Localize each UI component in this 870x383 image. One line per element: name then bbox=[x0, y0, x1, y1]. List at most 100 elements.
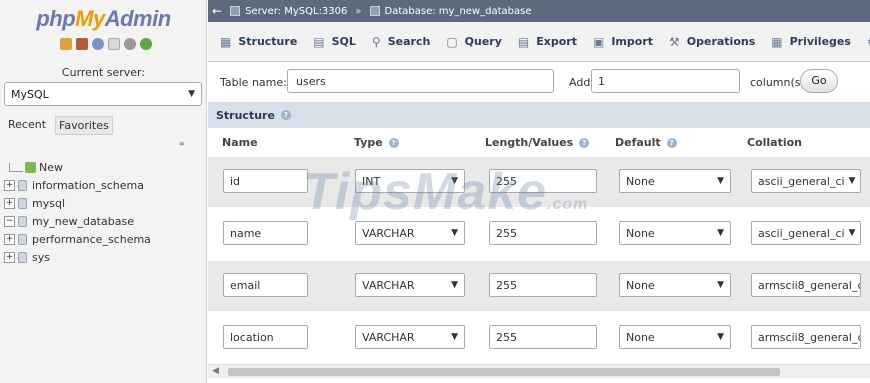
tab-label: Structure bbox=[238, 35, 298, 48]
tab-export[interactable]: ▤ Export bbox=[510, 28, 585, 56]
sql-icon: ▤ bbox=[313, 34, 325, 49]
tree-item-mysql[interactable]: + mysql bbox=[4, 194, 204, 212]
scroll-left-icon[interactable]: ◀ bbox=[212, 366, 219, 376]
query-icon: ▢ bbox=[446, 34, 458, 49]
settings-icon[interactable] bbox=[124, 38, 136, 50]
field-default-select[interactable]: None ▼ bbox=[619, 169, 731, 193]
database-icon bbox=[18, 197, 27, 209]
field-type-select[interactable]: INT ▼ bbox=[355, 169, 465, 193]
tab-label: Import bbox=[611, 35, 653, 48]
field-type-value: VARCHAR bbox=[362, 226, 415, 240]
scrollbar-thumb[interactable] bbox=[228, 368, 780, 376]
go-button[interactable]: Go bbox=[800, 69, 838, 93]
tab-label: Query bbox=[464, 35, 502, 48]
tab-query[interactable]: ▢ Query bbox=[438, 28, 510, 56]
database-icon bbox=[369, 6, 380, 16]
tree-item-label: sys bbox=[32, 250, 50, 264]
field-type-select[interactable]: VARCHAR ▼ bbox=[355, 273, 465, 297]
back-arrow-icon[interactable]: ← bbox=[212, 4, 222, 18]
collapse-icon[interactable]: − bbox=[4, 215, 15, 227]
tree-item-label: mysql bbox=[32, 196, 65, 210]
current-server-label: Current server: bbox=[61, 66, 146, 79]
field-default-select[interactable]: None ▼ bbox=[619, 221, 731, 245]
expand-icon[interactable]: + bbox=[4, 233, 15, 245]
field-length-input[interactable]: 255 bbox=[489, 325, 597, 349]
field-length-input[interactable]: 255 bbox=[489, 273, 597, 297]
server-select-value: MySQL bbox=[11, 87, 49, 101]
field-collation-value: armscii8_general_ci bbox=[758, 278, 861, 292]
tab-privileges[interactable]: ▦ Privileges bbox=[763, 28, 859, 56]
help-icon[interactable]: ? bbox=[666, 138, 677, 148]
phpmyadmin-logo[interactable]: phpMyAdmin bbox=[0, 6, 207, 32]
table-name-input[interactable]: users bbox=[287, 69, 554, 93]
horizontal-scrollbar[interactable]: ◀ bbox=[208, 364, 870, 378]
tab-import[interactable]: ▣ Import bbox=[585, 28, 661, 56]
field-name-input[interactable]: id bbox=[223, 169, 308, 193]
tab-structure[interactable]: ▦ Structure bbox=[212, 28, 305, 56]
recent-tab[interactable]: Recent bbox=[5, 116, 49, 135]
add-columns-input[interactable]: 1 bbox=[591, 69, 740, 93]
field-collation-select[interactable]: armscii8_general_ci▼ bbox=[751, 273, 861, 297]
docs-icon[interactable] bbox=[108, 38, 120, 50]
tab-sql[interactable]: ▤ SQL bbox=[305, 28, 364, 56]
database-icon bbox=[18, 179, 27, 191]
chevron-down-icon: ▼ bbox=[717, 176, 724, 186]
tree-item-sys[interactable]: + sys bbox=[4, 248, 204, 266]
expand-icon[interactable]: + bbox=[4, 197, 15, 209]
chevron-down-icon: ▼ bbox=[451, 280, 458, 290]
field-default-select[interactable]: None ▼ bbox=[619, 325, 731, 349]
main-panel: ← Server: MySQL:3306 » Database: my_new_… bbox=[208, 0, 870, 383]
tree-item-performance-schema[interactable]: + performance_schema bbox=[4, 230, 204, 248]
help-icon[interactable]: ? bbox=[388, 138, 399, 148]
field-default-value: None bbox=[626, 278, 655, 292]
tree-item-my-new-database[interactable]: − my_new_database bbox=[4, 212, 204, 230]
help-icon[interactable] bbox=[92, 38, 104, 50]
home-icon[interactable] bbox=[60, 38, 72, 50]
navigation-sidebar: phpMyAdmin Current server: MySQL ▼ Recen… bbox=[0, 0, 207, 383]
tree-connector bbox=[9, 162, 23, 172]
field-name-input[interactable]: location bbox=[223, 325, 308, 349]
field-default-value: None bbox=[626, 174, 655, 188]
main-tabs: ▦ Structure ▤ SQL ⚲ Search ▢ Query ▤ Export ▣… bbox=[208, 22, 870, 62]
logo-php: php bbox=[36, 6, 76, 31]
structure-icon: ▦ bbox=[220, 34, 232, 49]
tab-more[interactable]: ⚙ bbox=[859, 28, 870, 56]
field-type-select[interactable]: VARCHAR ▼ bbox=[355, 221, 465, 245]
tree-item-new[interactable]: New bbox=[4, 158, 204, 176]
field-collation-select[interactable]: ascii_general_ci ▼ bbox=[751, 169, 861, 193]
reload-icon[interactable] bbox=[140, 38, 152, 50]
table-name-row: Table name: users Add 1 column(s) Go bbox=[208, 62, 870, 102]
field-collation-select[interactable]: armscii8_general_ci▼ bbox=[751, 325, 861, 349]
header-name: Name bbox=[222, 136, 258, 149]
field-name-input[interactable]: name bbox=[223, 221, 308, 245]
columns-label: column(s) bbox=[750, 76, 805, 89]
field-collation-value: ascii_general_ci bbox=[758, 226, 845, 240]
tab-label: Search bbox=[387, 35, 431, 48]
tree-item-label: information_schema bbox=[32, 178, 144, 192]
help-icon[interactable]: ? bbox=[579, 138, 590, 148]
tab-search[interactable]: ⚲ Search bbox=[364, 28, 438, 56]
breadcrumb-database[interactable]: Database: my_new_database bbox=[385, 6, 532, 17]
tree-item-information-schema[interactable]: + information_schema bbox=[4, 176, 204, 194]
expand-icon[interactable]: + bbox=[4, 251, 15, 263]
server-select[interactable]: MySQL ▼ bbox=[4, 82, 202, 106]
field-length-input[interactable]: 255 bbox=[489, 169, 597, 193]
field-length-input[interactable]: 255 bbox=[489, 221, 597, 245]
chevron-down-icon: ▼ bbox=[717, 228, 724, 238]
expand-icon[interactable]: + bbox=[4, 179, 15, 191]
field-name-input[interactable]: email bbox=[223, 273, 308, 297]
structure-section-header: Structure ? bbox=[208, 102, 870, 128]
field-default-value: None bbox=[626, 330, 655, 344]
link-icon[interactable]: ⚭ bbox=[178, 140, 186, 150]
field-default-select[interactable]: None ▼ bbox=[619, 273, 731, 297]
breadcrumb-server[interactable]: Server: MySQL:3306 bbox=[245, 6, 347, 17]
logout-icon[interactable] bbox=[76, 38, 88, 50]
field-row: email VARCHAR ▼ 255 None ▼ armscii8_genera… bbox=[208, 261, 870, 311]
breadcrumb-separator: » bbox=[355, 5, 362, 17]
field-collation-select[interactable]: ascii_general_ci ▼ bbox=[751, 221, 861, 245]
favorites-tab[interactable]: Favorites bbox=[55, 116, 113, 135]
field-type-select[interactable]: VARCHAR ▼ bbox=[355, 325, 465, 349]
tab-operations[interactable]: ⚒ Operations bbox=[661, 28, 763, 56]
help-icon[interactable]: ? bbox=[280, 110, 291, 120]
logo-my: My bbox=[75, 6, 105, 31]
